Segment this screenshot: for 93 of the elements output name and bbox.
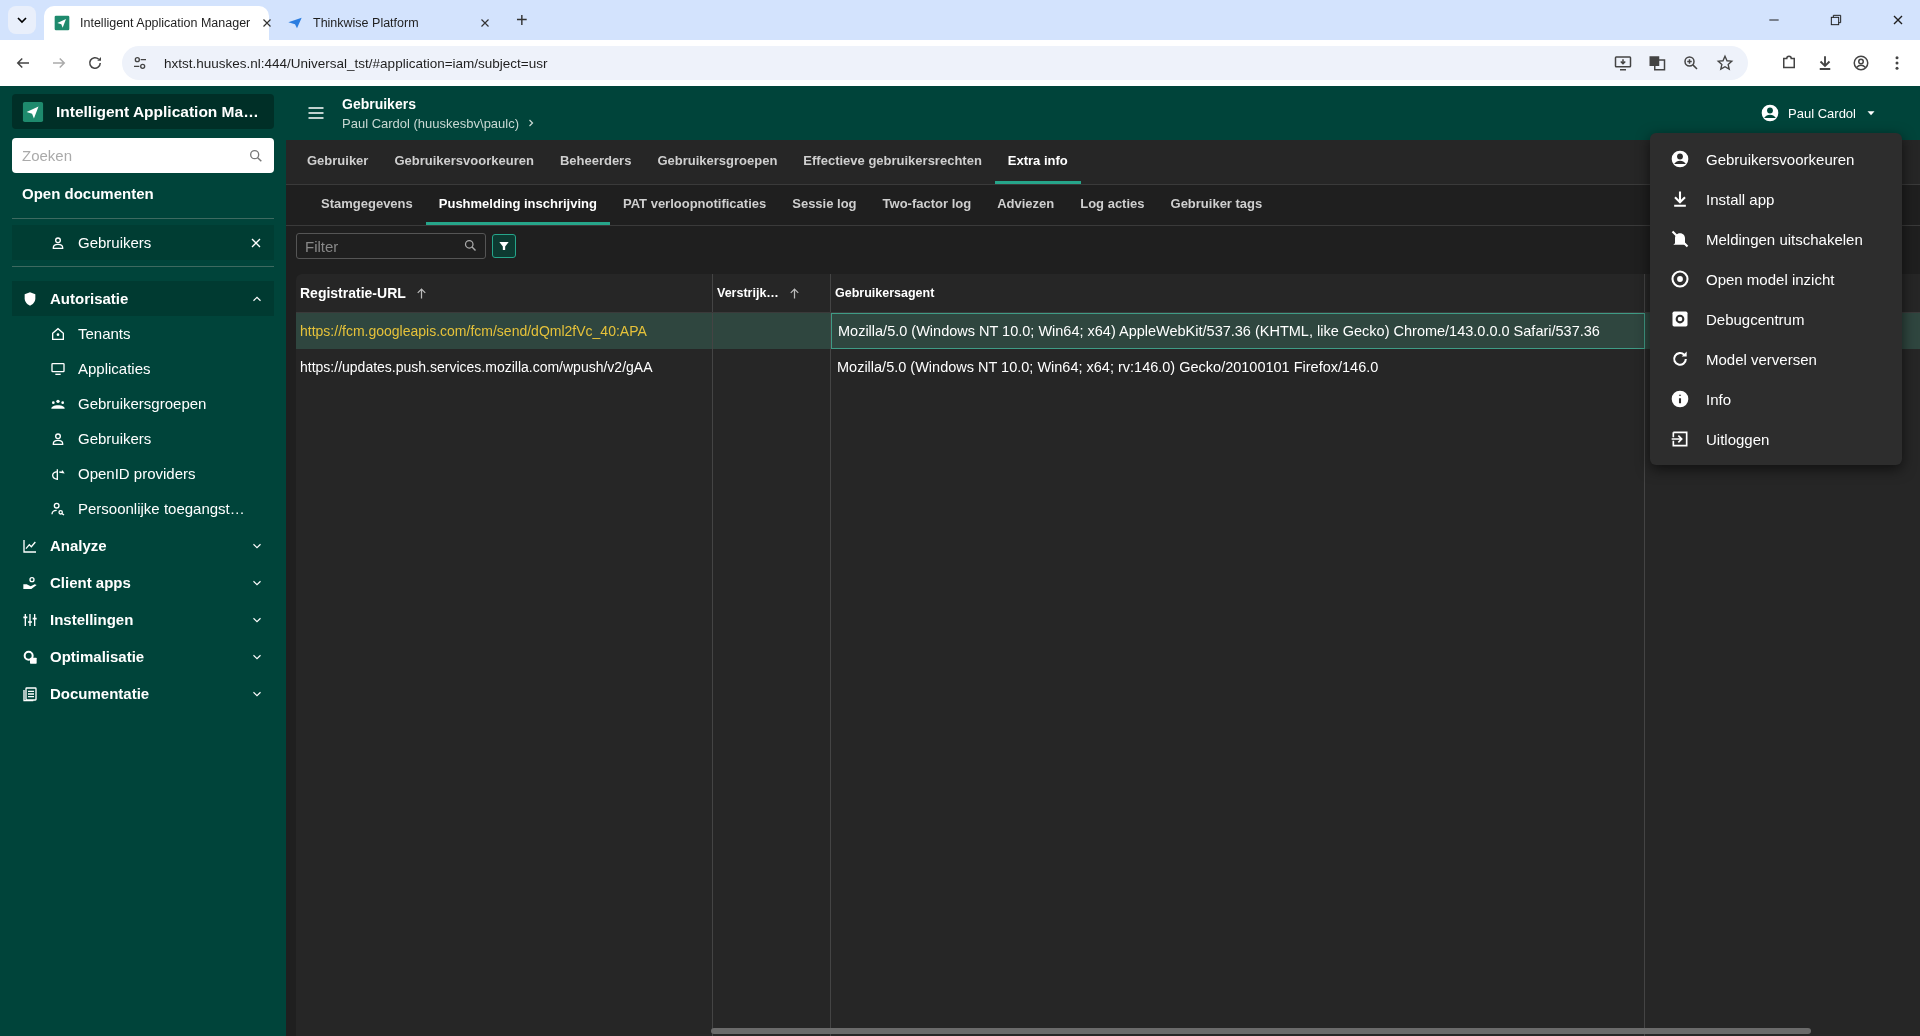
funnel-icon [497,239,511,253]
menu-item[interactable]: Gebruikersvoorkeuren [1650,139,1902,179]
tab[interactable]: Beheerders [546,140,645,184]
menu-item[interactable]: Model verversen [1650,339,1902,379]
person-key-icon [50,500,66,517]
search-field[interactable]: Zoeken [12,138,274,173]
nav-item[interactable]: Gebruikers [12,421,274,456]
nav-group[interactable]: Analyze [12,528,274,563]
column-header[interactable]: Verstrijk… [713,274,831,312]
tab[interactable]: Stamgegevens [308,185,426,225]
person-icon [50,234,66,251]
search-icon[interactable] [248,148,264,164]
document-label: Gebruikers [78,234,153,251]
avatar-icon [1760,103,1781,123]
browser-tab[interactable]: Intelligent Application Manager [44,6,269,40]
menu-item[interactable]: Install app [1650,179,1902,219]
tab[interactable]: Gebruikersgroepen [644,140,791,184]
menu-item[interactable]: Meldingen uitschakelen [1650,219,1902,259]
tab[interactable]: Gebruikersvoorkeuren [381,140,547,184]
tab-title: Intelligent Application Manager [80,16,251,30]
translate-icon[interactable] [1648,54,1666,72]
app-title-bar[interactable]: Intelligent Application Ma… [12,94,274,129]
tab[interactable]: PAT verloopnotificaties [609,185,780,225]
user-icon [1670,149,1690,169]
column-header[interactable]: Gebruikersagent [831,274,1645,312]
nav-item[interactable]: OpenID providers [12,456,274,491]
nav-item[interactable]: Persoonlijke toegangst… [12,491,274,526]
chart-icon [22,537,38,554]
documents-icon [22,685,38,702]
restore-icon[interactable] [1828,12,1844,28]
tab[interactable]: Effectieve gebruikersrechten [790,140,995,184]
target-icon [1670,269,1690,289]
zoom-icon[interactable] [1682,54,1700,72]
tab-search-button[interactable] [8,6,36,34]
house-icon [50,325,66,342]
nav-item[interactable]: Applicaties [12,351,274,386]
tab[interactable]: Pushmelding inschrijving [425,185,610,225]
reload-icon[interactable] [86,54,104,72]
gear-icon [22,648,38,665]
menu-item[interactable]: Debugcentrum [1650,299,1902,339]
filter-field[interactable]: Filter [296,233,486,259]
scrollbar[interactable] [711,1028,1811,1034]
new-tab-button[interactable]: + [510,8,534,32]
menu-item[interactable]: Open model inzicht [1650,259,1902,299]
refresh-icon [1670,349,1690,369]
filter-button[interactable] [492,234,516,258]
bell-off-icon [1670,229,1690,249]
open-document-item[interactable]: Gebruikers [12,225,274,260]
hand-icon [22,574,38,591]
menu-item[interactable]: Info [1650,379,1902,419]
user-menu-button[interactable]: Paul Cardol [1754,102,1884,124]
search-icon [463,238,478,253]
sliders-icon [22,611,38,628]
table-cell: Mozilla/5.0 (Windows NT 10.0; Win64; x64; rv:146.0) Gecko/20100101 Firefox/146.0 [831,349,1645,385]
nav-group[interactable]: Optimalisatie [12,639,274,674]
tab[interactable]: Log acties [1067,185,1158,225]
person-icon [50,430,66,447]
monitor-icon [50,360,66,377]
tab[interactable]: Extra info [994,140,1081,184]
install-icon[interactable] [1614,54,1632,72]
tab[interactable]: Adviezen [984,185,1068,225]
breadcrumb-link[interactable]: Paul Cardol (huuskesbv\paulc) [342,115,538,131]
url-text: hxtst.huuskes.nl:444/Universal_tst/#application=iam/subject=usr [164,55,548,71]
tab-title: Thinkwise Platform [313,16,420,30]
page-title: Gebruikers [342,95,417,112]
tab[interactable]: Gebruiker [294,140,382,184]
site-settings-icon[interactable] [132,55,148,71]
app-logo-icon [22,100,44,123]
tab[interactable]: Gebruiker tags [1157,185,1276,225]
tab[interactable]: Two-factor log [869,185,985,225]
browser-tab[interactable]: Thinkwise Platform [277,6,502,40]
section-title: Open documenten [21,184,155,204]
column-header[interactable]: Registratie-URL [296,274,713,312]
app-logo-icon [54,15,70,31]
star-icon[interactable] [1716,54,1734,72]
info-icon [1670,389,1690,409]
nav-group[interactable]: Client apps [12,565,274,600]
nav-group[interactable]: Autorisatie [12,281,274,316]
table-cell: Mozilla/5.0 (Windows NT 10.0; Win64; x64) AppleWebKit/537.36 (KHTML, like Gecko) Chrome/143.0.0.0 Safari/537.36 [831,313,1645,349]
nav-item[interactable]: Tenants [12,316,274,351]
table-cell[interactable]: https://fcm.googleapis.com/fcm/send/dQml2fVc_40:APA [296,313,713,349]
logout-icon [1670,429,1690,449]
address-bar[interactable]: hxtst.huuskes.nl:444/Universal_tst/#application=iam/subject=usr [122,46,1748,80]
shield-icon [22,290,38,307]
nav-group[interactable]: Documentatie [12,676,274,711]
gear-icon [1670,309,1690,329]
nav-item[interactable]: Gebruikersgroepen [12,386,274,421]
menu-item[interactable]: Uitloggen [1650,419,1902,459]
nav-group[interactable]: Instellingen [12,602,274,637]
account-icon[interactable] [1852,54,1870,72]
table-cell[interactable]: https://updates.push.services.mozilla.com/wpush/v2/gAA [296,349,713,385]
app-title: Intelligent Application Ma… [56,102,259,121]
tab[interactable]: Sessie log [779,185,870,225]
